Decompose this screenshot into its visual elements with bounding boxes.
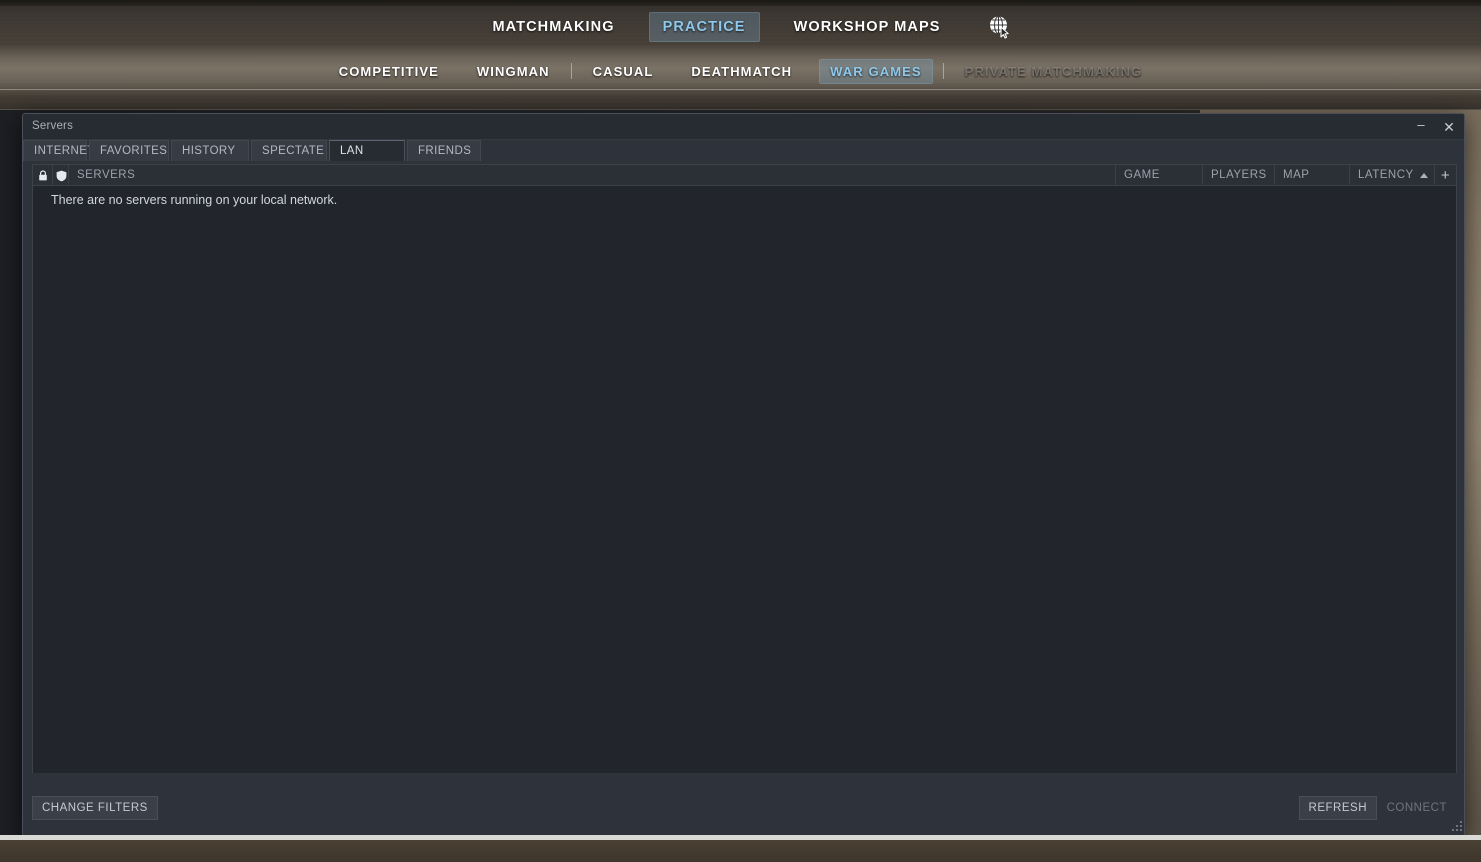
topnav-top-strip (0, 0, 1481, 6)
server-list-header: SERVERS GAME PLAYERS MAP LATENCY + (33, 164, 1456, 186)
nav-divider-line-1 (0, 89, 1481, 90)
nav-item-war-games[interactable]: WAR GAMES (819, 58, 933, 84)
nav-separator-2 (942, 63, 944, 79)
secondary-nav-row: COMPETITIVE WINGMAN CASUAL DEATHMATCH WA… (0, 56, 1481, 86)
column-header-latency[interactable]: LATENCY (1350, 164, 1435, 186)
tab-internet[interactable]: INTERNET (23, 140, 94, 161)
tab-favorites[interactable]: FAVORITES (89, 140, 169, 161)
tab-lan[interactable]: LAN (329, 140, 405, 161)
nav-divider-line-2 (0, 109, 1481, 110)
primary-nav-row: MATCHMAKING PRACTICE WORKSHOP MAPS (0, 10, 1481, 44)
minimize-icon[interactable]: – (1414, 118, 1428, 131)
column-header-vac[interactable] (53, 164, 69, 186)
nav-item-matchmaking[interactable]: MATCHMAKING (478, 12, 628, 42)
nav-item-casual[interactable]: CASUAL (582, 59, 665, 84)
bottom-strip (0, 840, 1481, 862)
nav-item-competitive[interactable]: COMPETITIVE (328, 59, 450, 84)
column-header-servers[interactable]: SERVERS (69, 164, 1116, 186)
column-header-latency-label: LATENCY (1358, 169, 1414, 181)
sort-ascending-icon (1419, 172, 1428, 178)
empty-list-message: There are no servers running on your loc… (51, 193, 338, 207)
tab-spectate[interactable]: SPECTATE (251, 140, 327, 161)
column-header-players[interactable]: PLAYERS (1203, 164, 1275, 186)
server-list-area: SERVERS GAME PLAYERS MAP LATENCY + There… (32, 164, 1457, 835)
app-root: MATCHMAKING PRACTICE WORKSHOP MAPS COMPE… (0, 0, 1481, 862)
lock-icon (38, 170, 47, 181)
column-header-game[interactable]: GAME (1116, 164, 1203, 186)
window-title: Servers (32, 120, 74, 132)
nav-separator-1 (570, 63, 572, 79)
window-titlebar[interactable]: Servers – ✕ (23, 114, 1464, 140)
nav-item-workshop-maps[interactable]: WORKSHOP MAPS (780, 12, 955, 42)
nav-item-wingman[interactable]: WINGMAN (466, 59, 561, 84)
tab-friends[interactable]: FRIENDS (407, 140, 481, 161)
server-browser-tabs: INTERNET FAVORITES HISTORY SPECTATE LAN … (23, 140, 1464, 161)
nav-item-practice[interactable]: PRACTICE (648, 12, 760, 42)
nav-item-deathmatch[interactable]: DEATHMATCH (680, 59, 803, 84)
resize-grip-icon[interactable] (1451, 820, 1462, 831)
connect-button: CONNECT (1386, 802, 1447, 814)
window-footer: CHANGE FILTERS REFRESH CONNECT (23, 773, 1464, 835)
change-filters-button[interactable]: CHANGE FILTERS (32, 796, 158, 820)
shield-icon (56, 170, 66, 181)
globe-cursor-icon[interactable] (987, 14, 1013, 40)
refresh-button[interactable]: REFRESH (1298, 796, 1377, 820)
window-controls: – ✕ (1414, 114, 1456, 140)
close-icon[interactable]: ✕ (1442, 120, 1456, 134)
top-navigation: MATCHMAKING PRACTICE WORKSHOP MAPS COMPE… (0, 0, 1481, 110)
servers-window: Servers – ✕ INTERNET FAVORITES HISTORY S… (22, 113, 1465, 836)
nav-item-private-matchmaking: PRIVATE MATCHMAKING (964, 63, 1143, 79)
tab-history[interactable]: HISTORY (171, 140, 249, 161)
column-header-password[interactable] (33, 164, 53, 186)
add-column-button[interactable]: + (1435, 165, 1456, 186)
column-header-map[interactable]: MAP (1275, 164, 1350, 186)
